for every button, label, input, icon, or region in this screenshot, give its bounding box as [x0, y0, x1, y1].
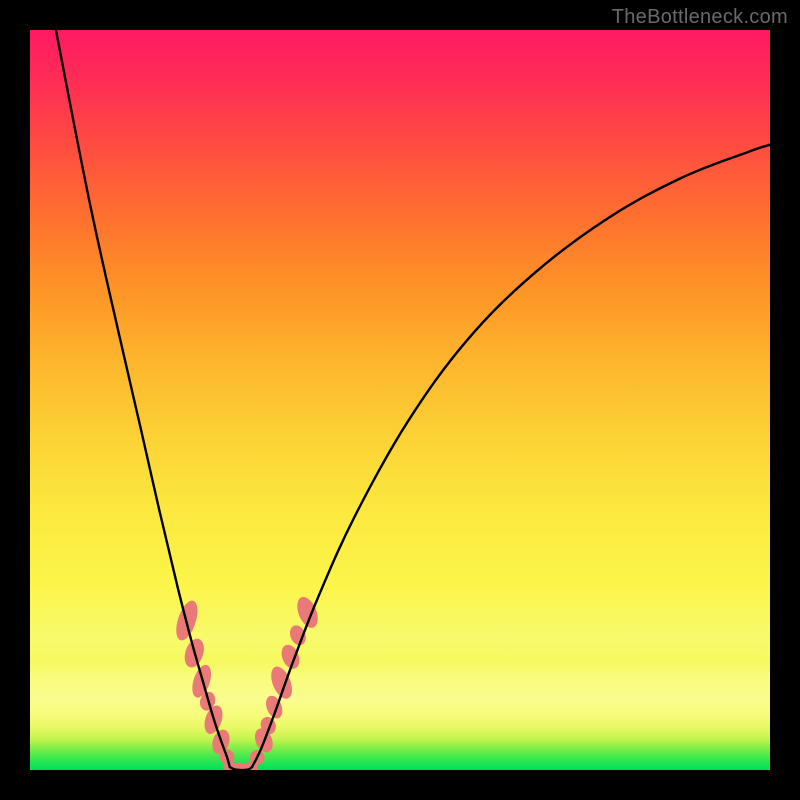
left-curve	[56, 30, 230, 767]
chart-frame: TheBottleneck.com	[0, 0, 800, 800]
watermark-text: TheBottleneck.com	[612, 6, 788, 29]
plot-area	[30, 30, 770, 770]
right-curve	[252, 145, 770, 767]
bead-markers	[172, 594, 322, 770]
curve-layer	[30, 30, 770, 770]
